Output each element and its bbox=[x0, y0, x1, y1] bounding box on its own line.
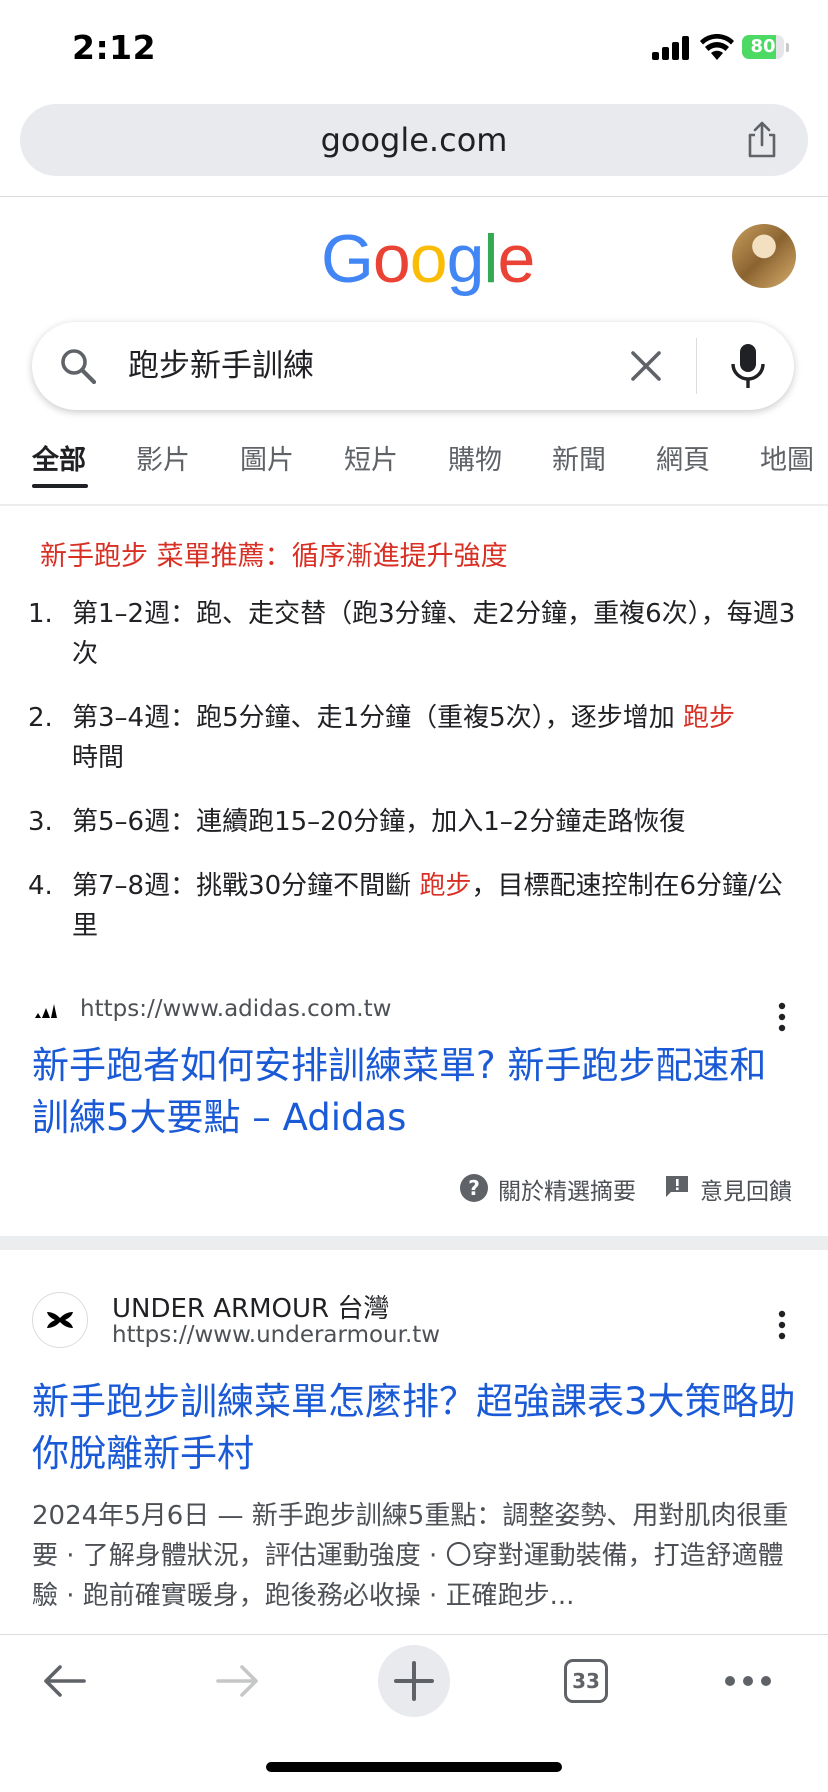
plus-icon bbox=[394, 1661, 434, 1701]
battery-percent: 80 bbox=[750, 36, 776, 57]
share-icon[interactable] bbox=[742, 120, 782, 160]
clear-icon[interactable] bbox=[628, 348, 664, 384]
feedback-link[interactable]: 意見回饋 bbox=[700, 1172, 792, 1206]
tab-all[interactable]: 全部 bbox=[32, 438, 86, 477]
list-item-number: 2. bbox=[28, 703, 53, 733]
logo-letter: G bbox=[321, 221, 374, 297]
result-snippet: 2024年5月6日 — 新手跑步訓練5重點：調整姿勢、用對肌肉很重要 · 了解身… bbox=[32, 1501, 789, 1611]
new-tab-button[interactable] bbox=[378, 1645, 450, 1717]
tab-videos[interactable]: 影片 bbox=[136, 438, 190, 477]
tab-maps[interactable]: 地圖 bbox=[760, 438, 814, 477]
result-title-link[interactable]: 新手跑步訓練菜單怎麼排？超強課表3大策略助你脫離新手村 bbox=[32, 1376, 802, 1480]
forward-arrow-icon[interactable] bbox=[214, 1657, 262, 1705]
highlight-term: 跑步 bbox=[682, 703, 735, 733]
status-time: 2:12 bbox=[72, 28, 157, 67]
list-item-text: 第7–8週：挑戰30分鐘不間斷 跑步，目標配速控制在6分鐘/公里 bbox=[72, 871, 783, 941]
active-tab-indicator bbox=[32, 484, 88, 488]
logo-letter: o bbox=[372, 221, 411, 297]
list-item-text: 第1–2週：跑、走交替（跑3分鐘、走2分鐘，重複6次），每週3次 bbox=[72, 599, 796, 669]
search-input[interactable]: 跑步新手訓練 bbox=[128, 322, 314, 410]
logo-letter: e bbox=[497, 221, 536, 297]
more-menu-icon[interactable] bbox=[724, 1675, 772, 1687]
more-options-icon[interactable] bbox=[778, 1310, 786, 1340]
result-source-url[interactable]: https://www.adidas.com.tw bbox=[80, 996, 391, 1022]
help-icon[interactable]: ? bbox=[460, 1174, 488, 1202]
battery-icon: 80 bbox=[742, 35, 789, 61]
tab-web[interactable]: 網頁 bbox=[656, 438, 710, 477]
tab-shopping[interactable]: 購物 bbox=[448, 438, 502, 477]
list-item-number: 4. bbox=[28, 871, 53, 901]
tabs-divider bbox=[0, 504, 828, 506]
logo-letter: g bbox=[446, 221, 485, 297]
logo-letter: l bbox=[483, 221, 498, 297]
list-item-number: 3. bbox=[28, 807, 53, 837]
tab-news[interactable]: 新聞 bbox=[552, 438, 606, 477]
tab-images[interactable]: 圖片 bbox=[240, 438, 294, 477]
tab-switcher-button[interactable]: 33 bbox=[564, 1659, 608, 1703]
tab-shorts[interactable]: 短片 bbox=[344, 438, 398, 477]
section-separator bbox=[0, 1236, 828, 1250]
result-site-name[interactable]: UNDER ARMOUR 台灣 bbox=[112, 1288, 389, 1325]
snippet-heading: 新手跑步 菜單推薦：循序漸進提升強度 bbox=[40, 541, 508, 572]
highlight-term: 跑步 bbox=[419, 871, 472, 901]
under-armour-logo-icon bbox=[47, 1312, 73, 1328]
header-divider bbox=[0, 196, 828, 197]
feedback-icon[interactable] bbox=[664, 1174, 690, 1198]
more-options-icon[interactable] bbox=[778, 1002, 786, 1032]
logo-letter: o bbox=[409, 221, 448, 297]
search-icon[interactable] bbox=[58, 346, 98, 386]
result-title-link[interactable]: 新手跑者如何安排訓練菜單? 新手跑步配速和訓練5大要點 – Adidas bbox=[32, 1040, 802, 1144]
home-indicator bbox=[266, 1762, 562, 1772]
account-avatar[interactable] bbox=[732, 224, 796, 288]
list-item-number: 1. bbox=[28, 599, 53, 629]
back-arrow-icon[interactable] bbox=[40, 1657, 88, 1705]
cellular-signal-icon bbox=[652, 36, 690, 60]
address-bar[interactable]: google.com bbox=[20, 104, 808, 176]
adidas-logo-icon bbox=[35, 1004, 57, 1018]
microphone-icon[interactable] bbox=[728, 342, 768, 390]
about-featured-snippet-link[interactable]: 關於精選摘要 bbox=[498, 1172, 636, 1206]
search-divider bbox=[696, 338, 697, 394]
wifi-icon bbox=[700, 34, 734, 60]
list-item-text: 第5–6週：連續跑15–20分鐘，加入1–2分鐘走路恢復 bbox=[72, 807, 686, 837]
result-source-url[interactable]: https://www.underarmour.tw bbox=[112, 1322, 440, 1348]
search-box[interactable]: 跑步新手訓練 bbox=[32, 322, 794, 410]
url-text[interactable]: google.com bbox=[20, 104, 808, 176]
list-item-text: 第3–4週：跑5分鐘、走1分鐘（重複5次），逐步增加 跑步 時間 bbox=[72, 703, 735, 773]
google-logo[interactable]: Google bbox=[321, 220, 536, 298]
under-armour-logo bbox=[32, 1292, 88, 1348]
